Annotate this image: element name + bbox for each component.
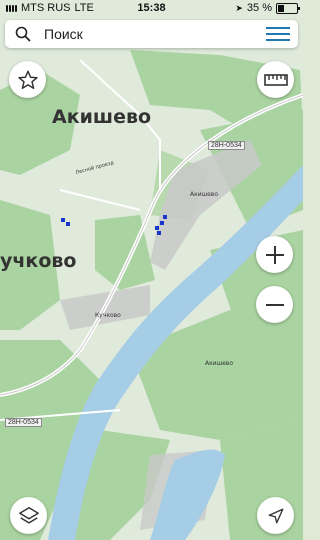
plus-icon — [265, 245, 284, 264]
village-label: учково — [0, 250, 77, 272]
battery-percent: 35 % — [246, 2, 272, 14]
ruler-button[interactable] — [257, 61, 294, 98]
ruler-icon — [263, 73, 288, 86]
menu-icon[interactable] — [266, 25, 290, 43]
road-number-tag: 28Н-0534 — [208, 141, 245, 150]
location-arrow-icon: ➤ — [235, 2, 243, 13]
road-number-tag: 28Н-0534 — [5, 418, 42, 427]
small-village-label: Акишево — [205, 360, 234, 367]
locate-button[interactable] — [257, 497, 294, 534]
search-icon — [15, 26, 31, 42]
navigation-arrow-icon — [268, 508, 283, 523]
status-bar: MTS RUS LTE 15:38 ➤ 35 % — [0, 0, 303, 17]
zoom-in-button[interactable] — [256, 236, 293, 273]
small-village-label: Акишево — [190, 191, 219, 198]
minus-icon — [265, 303, 284, 306]
search-input[interactable]: Поиск — [44, 26, 83, 42]
village-label: Акишево — [52, 106, 152, 128]
layers-icon — [18, 506, 39, 524]
battery-icon — [276, 2, 300, 14]
search-bar[interactable]: Поиск — [5, 20, 298, 48]
zoom-out-button[interactable] — [256, 286, 293, 323]
layers-button[interactable] — [10, 497, 47, 534]
favorites-button[interactable] — [9, 61, 46, 98]
star-icon — [17, 70, 38, 89]
small-village-label: Кучково — [95, 312, 121, 319]
